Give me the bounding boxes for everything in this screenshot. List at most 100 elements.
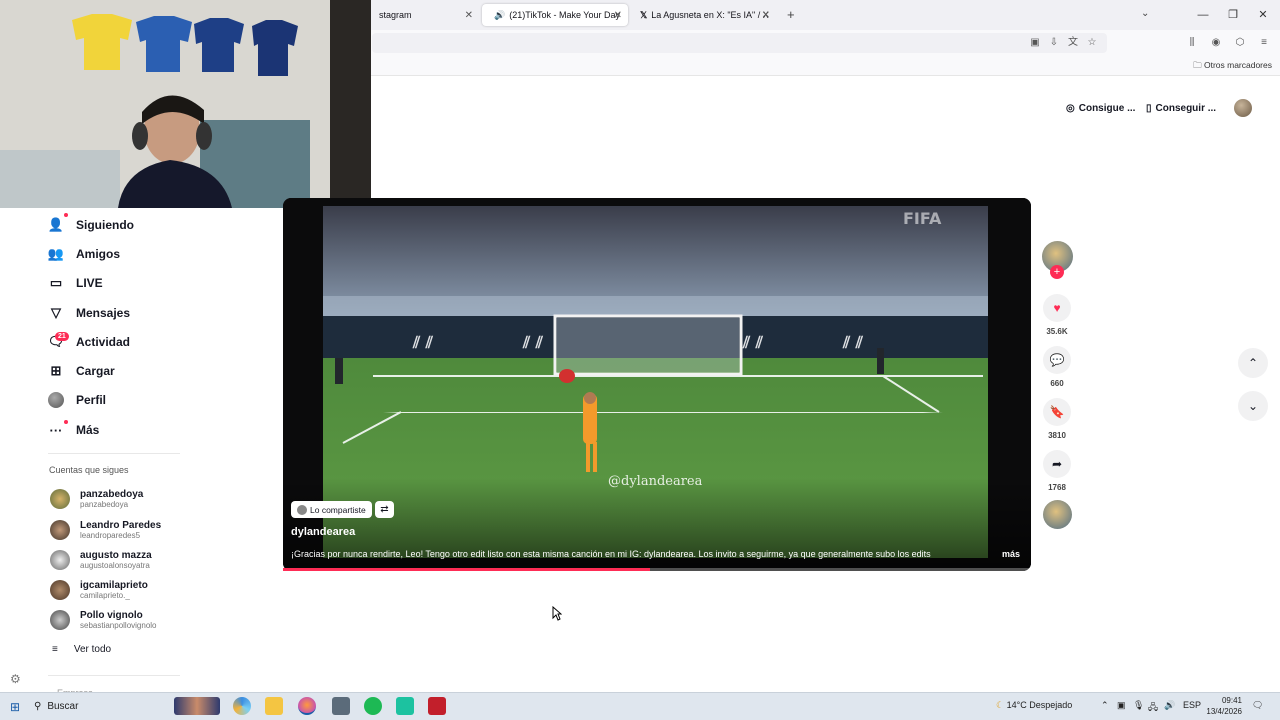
search-icon: ⚲: [34, 700, 42, 712]
sidebar-item-following[interactable]: 👤 Siguiendo: [48, 213, 134, 237]
upload-icon: ⊞: [50, 363, 62, 378]
url-bar[interactable]: [372, 33, 1107, 53]
close-tab-icon[interactable]: ✕: [465, 10, 473, 21]
network-icon[interactable]: 🖧: [1148, 700, 1158, 716]
live-icon: ▭: [49, 275, 63, 290]
sidebar-item-profile[interactable]: Perfil: [48, 388, 106, 412]
share-count: 1768: [1048, 483, 1066, 492]
svg-text:⫽ ⫽: ⫽ ⫽: [522, 333, 544, 352]
webcam-feed: [0, 0, 371, 208]
sidebar-item-more[interactable]: ··· Más: [48, 418, 99, 442]
library-icon[interactable]: ⫼: [1185, 36, 1199, 50]
tab-label: (21)TikTok - Make Your Day: [509, 10, 620, 20]
obs-app-icon[interactable]: [428, 697, 446, 715]
close-tab-icon[interactable]: ✕: [614, 10, 622, 21]
shared-chip[interactable]: Lo compartiste: [291, 501, 372, 518]
weather-widget[interactable]: ☾ 14°C Despejado: [996, 700, 1072, 711]
user-avatar[interactable]: [1234, 99, 1252, 117]
account-leandro-paredes[interactable]: Leandro Paredes leandroparedes5: [50, 517, 161, 543]
copilot-icon[interactable]: [233, 697, 251, 715]
follow-plus-icon[interactable]: +: [1050, 265, 1064, 279]
video-description: ¡Gracias por nunca rendirte, Leo! Tengo …: [291, 549, 931, 559]
tab-instagram[interactable]: stagram ✕: [371, 4, 479, 26]
list-icon: ≡: [52, 644, 58, 655]
settings-gear-icon[interactable]: ⚙: [10, 672, 21, 686]
clock[interactable]: 09:41 13/4/2026: [1204, 695, 1242, 717]
bookmark-icon[interactable]: 🔖: [1043, 398, 1071, 426]
menu-icon[interactable]: ≡: [1257, 36, 1271, 50]
account-igcamilaprieto[interactable]: igcamilaprieto camilaprieto._: [50, 577, 148, 603]
sidebar-item-upload[interactable]: ⊞ Cargar: [48, 359, 115, 383]
music-disc-icon[interactable]: [1043, 500, 1072, 529]
translate-icon[interactable]: 文: [1066, 36, 1080, 50]
bookmark-star-icon[interactable]: ☆: [1085, 36, 1099, 50]
next-video-chevron-icon[interactable]: ⌄: [1238, 391, 1268, 421]
see-all-button[interactable]: ≡ Ver todo: [52, 644, 111, 655]
webcam-overlay: [0, 0, 371, 208]
firefox-icon[interactable]: [298, 697, 316, 715]
sidebar-divider: [48, 453, 180, 454]
sidebar-item-live[interactable]: ▭ LIVE: [48, 271, 103, 295]
video-progress-bar[interactable]: [283, 568, 1031, 571]
video-player[interactable]: ⫽ ⫽ ⫽ ⫽ ⫽ ⫽ ⫽ ⫽ FIFA: [283, 198, 1031, 571]
file-explorer-icon[interactable]: [265, 697, 283, 715]
close-tab-icon[interactable]: ✕: [762, 10, 770, 21]
taskbar-search[interactable]: ⚲ Buscar: [34, 696, 78, 716]
search-highlight-image[interactable]: [174, 697, 220, 715]
fifa-board-text: FIFA: [903, 209, 942, 228]
video-watermark: @dylandearea: [608, 474, 703, 489]
svg-text:⫽ ⫽: ⫽ ⫽: [412, 333, 434, 352]
save-pocket-icon[interactable]: ⇩: [1047, 36, 1061, 50]
tab-list-chevron-icon[interactable]: ⌄: [1141, 8, 1149, 19]
avatar: [50, 520, 70, 540]
new-tab-icon[interactable]: +: [787, 7, 795, 22]
speaker-icon[interactable]: 🔊: [494, 10, 505, 21]
get-coins-button[interactable]: ◎ Consigue ...: [1066, 98, 1135, 118]
tray-app-icon[interactable]: ▣: [1117, 700, 1126, 711]
account-icon[interactable]: ◉: [1209, 36, 1223, 50]
spotify-icon[interactable]: [364, 697, 382, 715]
svg-text:⫽ ⫽: ⫽ ⫽: [842, 333, 864, 352]
app-icon[interactable]: [332, 697, 350, 715]
avatar: [50, 610, 70, 630]
volume-icon[interactable]: 🔊: [1164, 700, 1175, 711]
windows-start-icon[interactable]: ⊞: [10, 700, 20, 714]
get-app-button[interactable]: ▯ Conseguir ...: [1146, 98, 1216, 118]
sidebar-item-messages[interactable]: ▽ Mensajes: [48, 301, 130, 325]
tab-label: stagram: [379, 10, 412, 20]
save-count: 3810: [1048, 431, 1066, 440]
repost-icon[interactable]: ⇄: [375, 501, 394, 518]
activity-badge: 21: [55, 332, 69, 341]
minimize-icon[interactable]: —: [1188, 5, 1218, 25]
extensions-icon[interactable]: ⬡: [1233, 36, 1247, 50]
tray-chevron-icon[interactable]: ⌃: [1101, 700, 1109, 711]
microphone-icon[interactable]: 🎙: [1133, 700, 1144, 711]
share-icon[interactable]: ➦: [1043, 450, 1071, 478]
tab-x[interactable]: 𝕏 La Agusneta en X: "Es IA" / X ✕: [632, 4, 776, 26]
account-augusto-mazza[interactable]: augusto mazza augustoalonsoyatra: [50, 547, 152, 573]
profile-avatar: [48, 392, 64, 408]
comment-icon[interactable]: 💬: [1043, 346, 1071, 374]
video-author[interactable]: dylandearea: [291, 526, 355, 538]
x-logo-icon: 𝕏: [640, 9, 648, 20]
see-more-button[interactable]: más: [1002, 549, 1020, 559]
following-accounts-title: Cuentas que sigues: [49, 465, 129, 475]
more-icon: ···: [48, 420, 68, 438]
like-heart-icon[interactable]: ♥: [1043, 294, 1071, 322]
comment-count: 660: [1050, 379, 1064, 388]
notifications-icon[interactable]: 🗨: [1252, 700, 1263, 711]
account-panzabedoya[interactable]: panzabedoya panzabedoya: [50, 486, 143, 512]
account-pollo-vignolo[interactable]: Pollo vignolo sebastianpollovignolo: [50, 607, 157, 633]
language-indicator[interactable]: ESP: [1183, 700, 1201, 710]
previous-video-chevron-icon[interactable]: ⌃: [1238, 348, 1268, 378]
maximize-icon[interactable]: ❐: [1218, 5, 1248, 25]
sidebar-item-friends[interactable]: 👥 Amigos: [48, 242, 120, 266]
svg-text:⫽ ⫽: ⫽ ⫽: [742, 333, 764, 352]
tab-tiktok[interactable]: 🔊 (21)TikTok - Make Your Day ✕: [482, 4, 628, 26]
close-window-icon[interactable]: ✕: [1248, 5, 1278, 25]
screenshot-icon[interactable]: ▣: [1028, 36, 1042, 50]
whatsapp-icon[interactable]: [396, 697, 414, 715]
other-bookmarks[interactable]: 🗀 Otros marcadores: [1193, 60, 1272, 74]
avatar: [50, 550, 70, 570]
folder-icon: 🗀: [1193, 60, 1202, 70]
